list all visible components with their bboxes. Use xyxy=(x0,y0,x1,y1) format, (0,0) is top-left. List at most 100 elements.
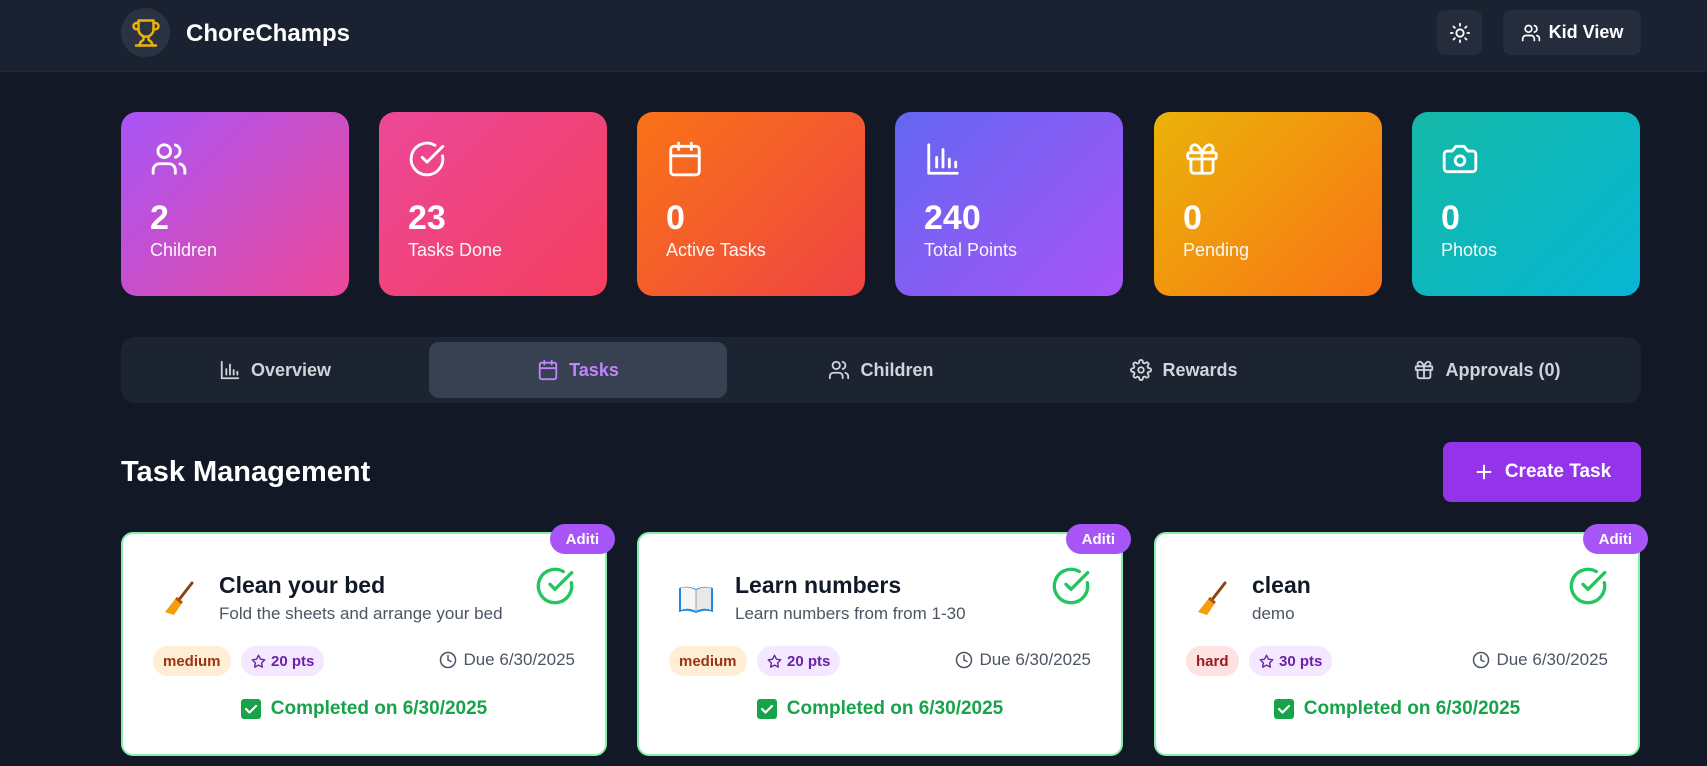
stat-value: 240 xyxy=(924,199,981,237)
task-card[interactable]: Aditi clean demo hard 30 pts Due 6/30/20… xyxy=(1154,524,1648,756)
tab-label: Tasks xyxy=(569,359,619,380)
task-title: Clean your bed xyxy=(219,572,386,598)
task-description: Learn numbers from from 1-30 xyxy=(735,604,966,623)
task-card[interactable]: Aditi Clean your bed Fold the sheets and… xyxy=(121,524,615,756)
task-description: demo xyxy=(1252,604,1295,623)
task-title: clean xyxy=(1252,572,1311,598)
stat-value: 0 xyxy=(1183,199,1202,237)
logo xyxy=(121,8,170,57)
stat-label: Tasks Done xyxy=(408,240,503,260)
assignee-badge: Aditi xyxy=(1065,524,1131,554)
create-task-button[interactable]: Create Task xyxy=(1443,442,1641,502)
sun-icon xyxy=(1449,22,1470,43)
tab-overview[interactable]: Overview xyxy=(126,342,424,398)
completed-label: Completed on 6/30/2025 xyxy=(270,698,488,719)
section-title: Task Management xyxy=(121,456,371,488)
bar-chart-icon xyxy=(927,143,959,175)
completed-status: Completed on 6/30/2025 xyxy=(123,698,605,720)
app-title: ChoreChamps xyxy=(186,20,351,47)
stat-value: 23 xyxy=(408,199,446,237)
due-label: Due 6/30/2025 xyxy=(463,650,575,669)
assignee-badge: Aditi xyxy=(549,524,615,554)
stat-card-children: 2 Children xyxy=(121,112,349,296)
due-label: Due 6/30/2025 xyxy=(979,650,1091,669)
tab-children[interactable]: Children xyxy=(732,342,1030,398)
users-icon xyxy=(1521,24,1540,41)
create-task-label: Create Task xyxy=(1504,461,1612,482)
completed-status: Completed on 6/30/2025 xyxy=(639,698,1121,720)
kid-view-label: Kid View xyxy=(1548,22,1624,42)
gift-icon xyxy=(1186,143,1218,175)
task-description: Fold the sheets and arrange your bed xyxy=(219,604,503,623)
clock-icon xyxy=(440,651,457,669)
checkbox-checked-icon xyxy=(240,699,261,719)
tab-bar: Overview Tasks Children Rewards Approval… xyxy=(121,337,1641,403)
theme-toggle-button[interactable] xyxy=(1437,10,1482,55)
kid-view-button[interactable]: Kid View xyxy=(1503,10,1641,55)
points-label: 30 pts xyxy=(1279,652,1323,670)
tab-label: Children xyxy=(860,359,934,380)
book-icon xyxy=(675,578,717,620)
stat-value: 2 xyxy=(150,199,169,237)
difficulty-badge: medium xyxy=(669,646,747,676)
stat-card-photos: 0 Photos xyxy=(1412,112,1640,296)
stat-label: Active Tasks xyxy=(666,240,766,260)
calendar-icon xyxy=(669,141,701,177)
stat-value: 0 xyxy=(1441,199,1460,237)
users-icon xyxy=(829,360,850,380)
stat-label: Children xyxy=(150,240,218,260)
trophy-icon xyxy=(131,18,160,47)
calendar-icon xyxy=(538,359,558,381)
clock-icon xyxy=(1473,651,1490,669)
tab-rewards[interactable]: Rewards xyxy=(1035,342,1333,398)
due-date: Due 6/30/2025 xyxy=(439,650,575,670)
task-card[interactable]: Aditi Learn numbers Learn numbers from f… xyxy=(637,524,1131,756)
clock-icon xyxy=(956,651,973,669)
tab-tasks[interactable]: Tasks xyxy=(429,342,727,398)
app-header: ChoreChamps Kid View xyxy=(0,0,1707,72)
tab-label: Rewards xyxy=(1162,359,1238,380)
due-label: Due 6/30/2025 xyxy=(1496,650,1608,669)
stat-label: Pending xyxy=(1183,240,1250,260)
stat-label: Total Points xyxy=(924,240,1018,260)
users-icon xyxy=(151,143,187,175)
star-icon xyxy=(251,654,266,668)
stat-card-total-points: 240 Total Points xyxy=(895,112,1123,296)
stat-label: Photos xyxy=(1441,240,1498,260)
completed-status: Completed on 6/30/2025 xyxy=(1156,698,1638,720)
check-circle-icon xyxy=(535,566,575,611)
check-circle-icon xyxy=(409,141,445,177)
difficulty-badge: hard xyxy=(1186,646,1239,676)
bar-chart-icon xyxy=(220,360,240,380)
completed-label: Completed on 6/30/2025 xyxy=(1303,698,1521,719)
stat-card-pending: 0 Pending xyxy=(1154,112,1382,296)
broom-icon xyxy=(1192,578,1234,620)
task-title: Learn numbers xyxy=(735,572,902,598)
tab-label: Approvals (0) xyxy=(1445,359,1561,380)
stat-card-tasks-done: 23 Tasks Done xyxy=(379,112,607,296)
checkbox-checked-icon xyxy=(756,699,777,719)
star-icon xyxy=(1259,654,1274,668)
due-date: Due 6/30/2025 xyxy=(955,650,1091,670)
points-label: 20 pts xyxy=(271,652,315,670)
star-icon xyxy=(767,654,782,668)
tab-label: Overview xyxy=(250,359,332,380)
stat-card-active-tasks: 0 Active Tasks xyxy=(637,112,865,296)
points-label: 20 pts xyxy=(787,652,831,670)
plus-icon xyxy=(1476,464,1492,480)
checkbox-checked-icon xyxy=(1273,699,1294,719)
check-circle-icon xyxy=(1568,566,1608,611)
tab-approvals[interactable]: Approvals (0) xyxy=(1338,342,1636,398)
points-badge: 20 pts xyxy=(757,646,841,676)
due-date: Due 6/30/2025 xyxy=(1472,650,1608,670)
difficulty-badge: medium xyxy=(153,646,231,676)
gear-icon xyxy=(1130,359,1153,381)
gift-icon xyxy=(1415,360,1434,380)
points-badge: 30 pts xyxy=(1249,646,1333,676)
assignee-badge: Aditi xyxy=(1582,524,1648,554)
broom-icon xyxy=(159,578,201,620)
check-circle-icon xyxy=(1051,566,1091,611)
stat-value: 0 xyxy=(666,199,685,237)
completed-label: Completed on 6/30/2025 xyxy=(786,698,1004,719)
camera-icon xyxy=(1442,144,1478,174)
